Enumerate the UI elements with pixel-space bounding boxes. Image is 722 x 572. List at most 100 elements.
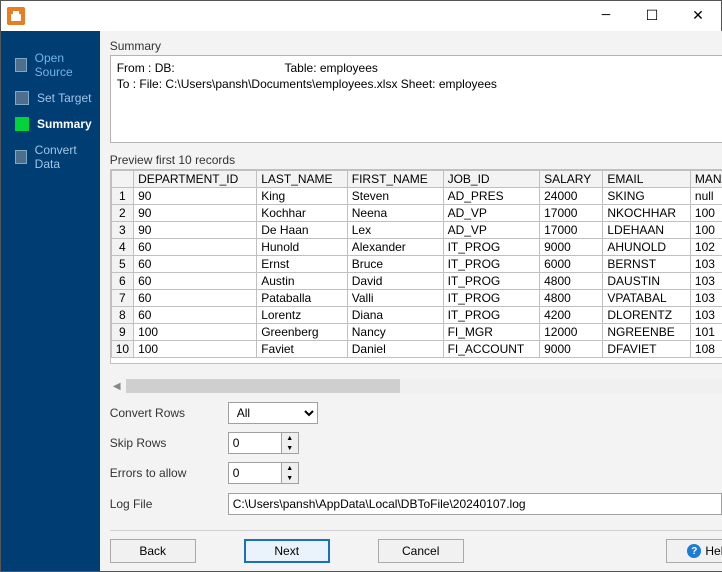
sidebar-item-label: Convert Data xyxy=(35,143,92,171)
summary-box: From : DB: Table: employees To : File: C… xyxy=(110,55,722,143)
preview-horizontal-scrollbar[interactable]: ◀ ▶ xyxy=(110,378,722,394)
summary-title: Summary xyxy=(110,39,722,53)
table-cell: DAUSTIN xyxy=(603,272,691,289)
scroll-track[interactable] xyxy=(126,379,722,393)
scroll-left-icon[interactable]: ◀ xyxy=(110,378,124,394)
table-cell: FI_MGR xyxy=(443,323,540,340)
table-cell: AD_VP xyxy=(443,221,540,238)
row-number-cell: 6 xyxy=(111,272,133,289)
sidebar-item-set-target[interactable]: Set Target xyxy=(1,85,100,111)
button-bar: Back Next Cancel ? Help xyxy=(110,537,722,563)
sidebar-item-convert-data[interactable]: Convert Data xyxy=(1,137,100,177)
close-button[interactable]: ✕ xyxy=(675,1,721,31)
column-header[interactable]: MANAG xyxy=(690,170,722,187)
table-cell: Austin xyxy=(257,272,348,289)
table-cell: 90 xyxy=(134,204,257,221)
window-controls: ─ ☐ ✕ xyxy=(583,1,721,31)
table-cell: 100 xyxy=(690,204,722,221)
log-file-input[interactable] xyxy=(228,493,722,515)
table-cell: LDEHAAN xyxy=(603,221,691,238)
table-cell: 4200 xyxy=(540,306,603,323)
preview-table-wrap[interactable]: DEPARTMENT_IDLAST_NAMEFIRST_NAMEJOB_IDSA… xyxy=(110,169,722,364)
help-button-label: Help xyxy=(705,544,722,558)
table-row[interactable]: 9100GreenbergNancyFI_MGR12000NGREENBE101 xyxy=(111,323,722,340)
table-row[interactable]: 10100FavietDanielFI_ACCOUNT9000DFAVIET10… xyxy=(111,340,722,357)
table-cell: VPATABAL xyxy=(603,289,691,306)
table-row[interactable]: 860LorentzDianaIT_PROG4200DLORENTZ103 xyxy=(111,306,722,323)
table-cell: IT_PROG xyxy=(443,238,540,255)
divider xyxy=(110,530,722,531)
convert-rows-row: Convert Rows All xyxy=(110,402,722,424)
help-button[interactable]: ? Help xyxy=(666,539,722,563)
column-header[interactable]: DEPARTMENT_ID xyxy=(134,170,257,187)
table-cell: 9000 xyxy=(540,340,603,357)
step-bullet-icon xyxy=(15,117,29,131)
table-cell: AD_PRES xyxy=(443,187,540,204)
table-cell: Nancy xyxy=(347,323,443,340)
table-cell: 12000 xyxy=(540,323,603,340)
table-cell: Pataballa xyxy=(257,289,348,306)
sidebar-item-open-source[interactable]: Open Source xyxy=(1,45,100,85)
back-button[interactable]: Back xyxy=(110,539,196,563)
table-row[interactable]: 560ErnstBruceIT_PROG6000BERNST103 xyxy=(111,255,722,272)
column-header[interactable]: SALARY xyxy=(540,170,603,187)
convert-rows-select[interactable]: All xyxy=(228,402,318,424)
table-cell: SKING xyxy=(603,187,691,204)
table-row[interactable]: 190KingStevenAD_PRES24000SKINGnull xyxy=(111,187,722,204)
table-cell: 4800 xyxy=(540,272,603,289)
column-header[interactable]: FIRST_NAME xyxy=(347,170,443,187)
table-cell: 102 xyxy=(690,238,722,255)
spinner-up-icon[interactable]: ▲ xyxy=(282,463,298,473)
row-number-cell: 4 xyxy=(111,238,133,255)
column-header[interactable]: EMAIL xyxy=(603,170,691,187)
skip-rows-row: Skip Rows ▲ ▼ xyxy=(110,432,722,454)
table-cell: 103 xyxy=(690,272,722,289)
summary-to-line: To : File: C:\Users\pansh\Documents\empl… xyxy=(117,76,722,92)
table-cell: 100 xyxy=(690,221,722,238)
table-cell: King xyxy=(257,187,348,204)
errors-spinner: ▲ ▼ xyxy=(228,462,299,484)
table-row[interactable]: 760PataballaValliIT_PROG4800VPATABAL103 xyxy=(111,289,722,306)
table-cell: 103 xyxy=(690,255,722,272)
cancel-button[interactable]: Cancel xyxy=(378,539,464,563)
preview-title: Preview first 10 records xyxy=(110,153,722,167)
table-cell: null xyxy=(690,187,722,204)
table-cell: De Haan xyxy=(257,221,348,238)
step-bullet-icon xyxy=(15,58,27,72)
table-cell: Steven xyxy=(347,187,443,204)
app-icon xyxy=(7,7,25,25)
table-row[interactable]: 390De HaanLexAD_VP17000LDEHAAN100 xyxy=(111,221,722,238)
skip-rows-input[interactable] xyxy=(228,432,282,454)
main-panel: Summary From : DB: Table: employees To :… xyxy=(100,31,722,571)
spinner-up-icon[interactable]: ▲ xyxy=(282,433,298,443)
table-cell: Daniel xyxy=(347,340,443,357)
errors-input[interactable] xyxy=(228,462,282,484)
scroll-thumb[interactable] xyxy=(126,379,401,393)
body-area: Open Source Set Target Summary Convert D… xyxy=(1,31,721,571)
table-cell: 60 xyxy=(134,238,257,255)
convert-rows-label: Convert Rows xyxy=(110,406,228,420)
spinner-down-icon[interactable]: ▼ xyxy=(282,473,298,483)
summary-from-line: From : DB: Table: employees xyxy=(117,60,722,76)
next-button[interactable]: Next xyxy=(244,539,330,563)
table-cell: David xyxy=(347,272,443,289)
column-header[interactable]: LAST_NAME xyxy=(257,170,348,187)
next-button-label: Next xyxy=(274,544,299,558)
column-header[interactable]: JOB_ID xyxy=(443,170,540,187)
table-row[interactable]: 460HunoldAlexanderIT_PROG9000AHUNOLD102 xyxy=(111,238,722,255)
table-cell: BERNST xyxy=(603,255,691,272)
errors-label: Errors to allow xyxy=(110,466,228,480)
sidebar-item-summary[interactable]: Summary xyxy=(1,111,100,137)
step-bullet-icon xyxy=(15,91,29,105)
minimize-button[interactable]: ─ xyxy=(583,1,629,31)
log-file-row: Log File xyxy=(110,492,722,516)
table-cell: 100 xyxy=(134,340,257,357)
maximize-button[interactable]: ☐ xyxy=(629,1,675,31)
table-row[interactable]: 660AustinDavidIT_PROG4800DAUSTIN103 xyxy=(111,272,722,289)
skip-rows-label: Skip Rows xyxy=(110,436,228,450)
table-cell: IT_PROG xyxy=(443,306,540,323)
table-cell: 17000 xyxy=(540,221,603,238)
table-cell: 103 xyxy=(690,289,722,306)
table-row[interactable]: 290KochharNeenaAD_VP17000NKOCHHAR100 xyxy=(111,204,722,221)
spinner-down-icon[interactable]: ▼ xyxy=(282,443,298,453)
